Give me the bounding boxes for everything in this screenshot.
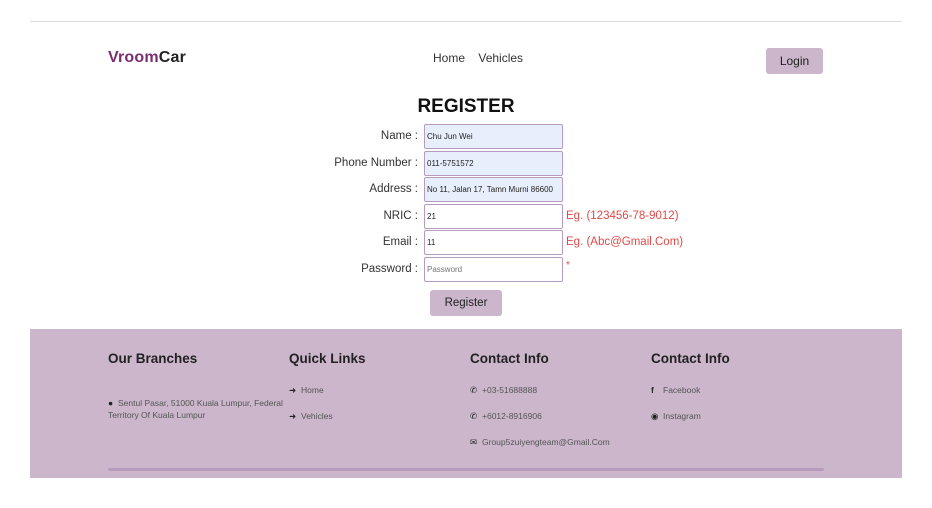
nav-home-link[interactable]: Home [433, 51, 465, 65]
footer-branches: Our Branches ● Sentul Pasar, 51000 Kuala … [108, 351, 283, 420]
footer-link-vehicles-label: Vehicles [301, 411, 333, 421]
nric-row: NRIC : Eg. (123456-78-9012) [0, 204, 932, 229]
address-label: Address : [369, 183, 418, 195]
phone-label: Phone Number : [334, 157, 418, 169]
footer-contact-info: Contact Info ✆ +03-51688888 ✆ +6012-891690… [470, 351, 610, 447]
footer-quick-links: Quick Links ➜ Home ➜ Vehicles [289, 351, 366, 421]
email-row: Email : Eg. (Abc@Gmail.Com) [0, 230, 932, 255]
email-label: Email : [382, 236, 418, 248]
address-row: Address : [0, 177, 932, 202]
password-input[interactable] [424, 257, 563, 282]
contact-email[interactable]: ✉ Group5zuiyengteam@Gmail.Com [470, 437, 610, 448]
instagram-icon: ◉ [651, 411, 659, 421]
footer: Our Branches ● Sentul Pasar, 51000 Kuala … [30, 329, 902, 478]
facebook-link[interactable]: f Facebook [651, 385, 700, 395]
contact-email-text: Group5zuiyengteam@Gmail.Com [482, 437, 610, 447]
nav-vehicles-link[interactable]: Vehicles [478, 51, 523, 65]
brand-name-part1: Vroom [108, 49, 159, 66]
password-row: Password : * [0, 257, 932, 282]
phone-input[interactable] [424, 151, 563, 176]
phone-icon: ✆ [470, 411, 478, 421]
arrow-right-icon: ➜ [289, 411, 297, 421]
nric-hint: Eg. (123456-78-9012) [566, 210, 679, 222]
register-button[interactable]: Register [430, 290, 502, 316]
footer-link-vehicles[interactable]: ➜ Vehicles [289, 411, 333, 422]
name-input[interactable] [424, 124, 563, 149]
top-nav: Home Vehicles [433, 51, 533, 65]
email-hint: Eg. (Abc@Gmail.Com) [566, 236, 684, 248]
brand-logo[interactable]: VroomCar [108, 49, 186, 67]
map-pin-icon: ● [108, 398, 114, 408]
contact-phone-2[interactable]: ✆ +6012-8916906 [470, 411, 542, 422]
contact-phone-1[interactable]: ✆ +03-51688888 [470, 385, 537, 396]
phone-row: Phone Number : [0, 151, 932, 176]
brand-name-part2: Car [158, 49, 187, 66]
name-row: Name : [0, 124, 932, 149]
email-input[interactable] [424, 230, 563, 255]
contact-info-title: Contact Info [470, 351, 549, 366]
facebook-icon: f [651, 385, 654, 395]
page-title: REGISTER [417, 96, 515, 117]
envelope-icon: ✉ [470, 437, 478, 447]
contact-phone-2-text: +6012-8916906 [482, 411, 542, 421]
password-label: Password : [361, 263, 418, 275]
quick-links-title: Quick Links [289, 351, 366, 366]
instagram-label: Instagram [663, 411, 701, 421]
branch-address-text: Sentul Pasar, 51000 Kuala Lumpur, Federa… [108, 398, 283, 420]
footer-divider [108, 468, 824, 471]
nric-label: NRIC : [383, 210, 419, 222]
footer-link-home-label: Home [301, 385, 324, 395]
branches-title: Our Branches [108, 351, 198, 366]
arrow-right-icon: ➜ [289, 385, 297, 395]
login-button[interactable]: Login [766, 48, 823, 74]
required-mark: * [566, 260, 570, 271]
footer-link-home[interactable]: ➜ Home [289, 385, 324, 396]
branch-address: ● Sentul Pasar, 51000 Kuala Lumpur, Feder… [108, 397, 288, 421]
nric-input[interactable] [424, 204, 563, 229]
name-label: Name : [380, 130, 418, 142]
social-title: Contact Info [651, 351, 730, 366]
instagram-link[interactable]: ◉ Instagram [651, 411, 701, 422]
header-divider [30, 21, 902, 22]
address-input[interactable] [424, 177, 563, 202]
footer-social: Contact Info f Facebook ◉ Instagram [651, 351, 730, 421]
facebook-label: Facebook [663, 385, 701, 395]
phone-icon: ✆ [470, 385, 478, 395]
contact-phone-1-text: +03-51688888 [482, 385, 538, 395]
